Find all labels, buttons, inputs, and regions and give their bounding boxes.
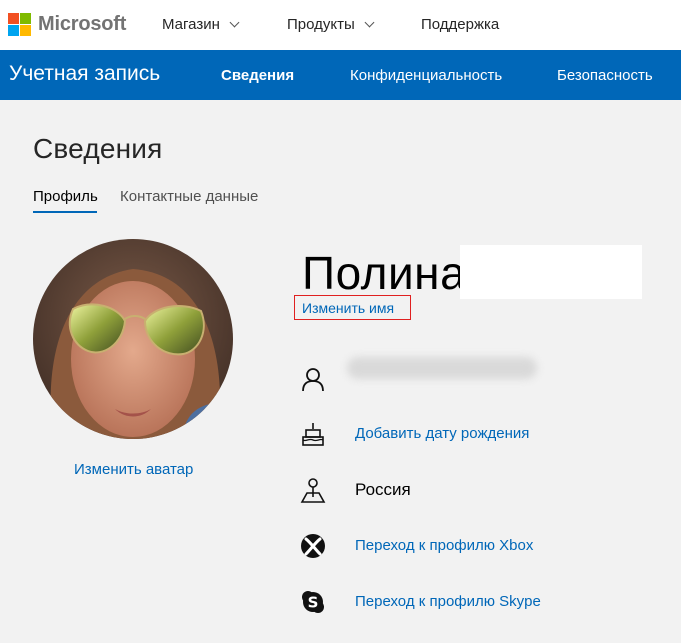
subtab-profile[interactable]: Профиль [33, 188, 98, 205]
top-header: Microsoft Магазин Продукты Поддержка [0, 0, 681, 50]
account-title[interactable]: Учетная запись [9, 62, 160, 86]
nav-support-label: Поддержка [421, 16, 500, 33]
nav-products[interactable]: Продукты [287, 16, 375, 33]
microsoft-logo[interactable]: Microsoft [8, 13, 126, 36]
skype-profile-link[interactable]: Переход к профилю Skype [355, 593, 541, 610]
avatar[interactable] [33, 239, 233, 439]
xbox-icon [301, 534, 325, 558]
add-birthday-link[interactable]: Добавить дату рождения [355, 425, 529, 442]
chevron-down-icon [229, 17, 240, 28]
active-subtab-indicator [33, 211, 97, 213]
email-redacted [347, 357, 537, 379]
avatar-photo [33, 239, 233, 439]
xbox-profile-link[interactable]: Переход к профилю Xbox [355, 537, 533, 554]
svg-text:S: S [308, 594, 319, 612]
nav-support[interactable]: Поддержка [421, 16, 499, 33]
tab-info[interactable]: Сведения [221, 67, 294, 84]
page-title: Сведения [33, 133, 163, 164]
change-avatar-link[interactable]: Изменить аватар [74, 461, 193, 478]
chevron-down-icon [364, 17, 375, 28]
account-nav-bar: Учетная запись Сведения Конфиденциальнос… [0, 50, 681, 100]
nav-products-label: Продукты [287, 16, 355, 33]
birthday-cake-icon [302, 423, 324, 446]
change-name-link[interactable]: Изменить имя [302, 300, 394, 316]
nav-store-label: Магазин [162, 16, 220, 33]
person-icon [302, 368, 324, 392]
nav-store[interactable]: Магазин [162, 16, 240, 33]
subtab-contact-info[interactable]: Контактные данные [120, 188, 258, 205]
brand-name: Microsoft [38, 13, 127, 35]
country-value: Россия [355, 480, 411, 499]
last-name-redaction [460, 245, 642, 299]
microsoft-logo-icon [8, 13, 31, 36]
skype-icon: S [302, 591, 324, 613]
tab-security[interactable]: Безопасность [557, 67, 653, 84]
profile-name: Полина [302, 247, 467, 299]
location-pin-icon [300, 478, 326, 503]
tab-privacy[interactable]: Конфиденциальность [350, 67, 502, 84]
